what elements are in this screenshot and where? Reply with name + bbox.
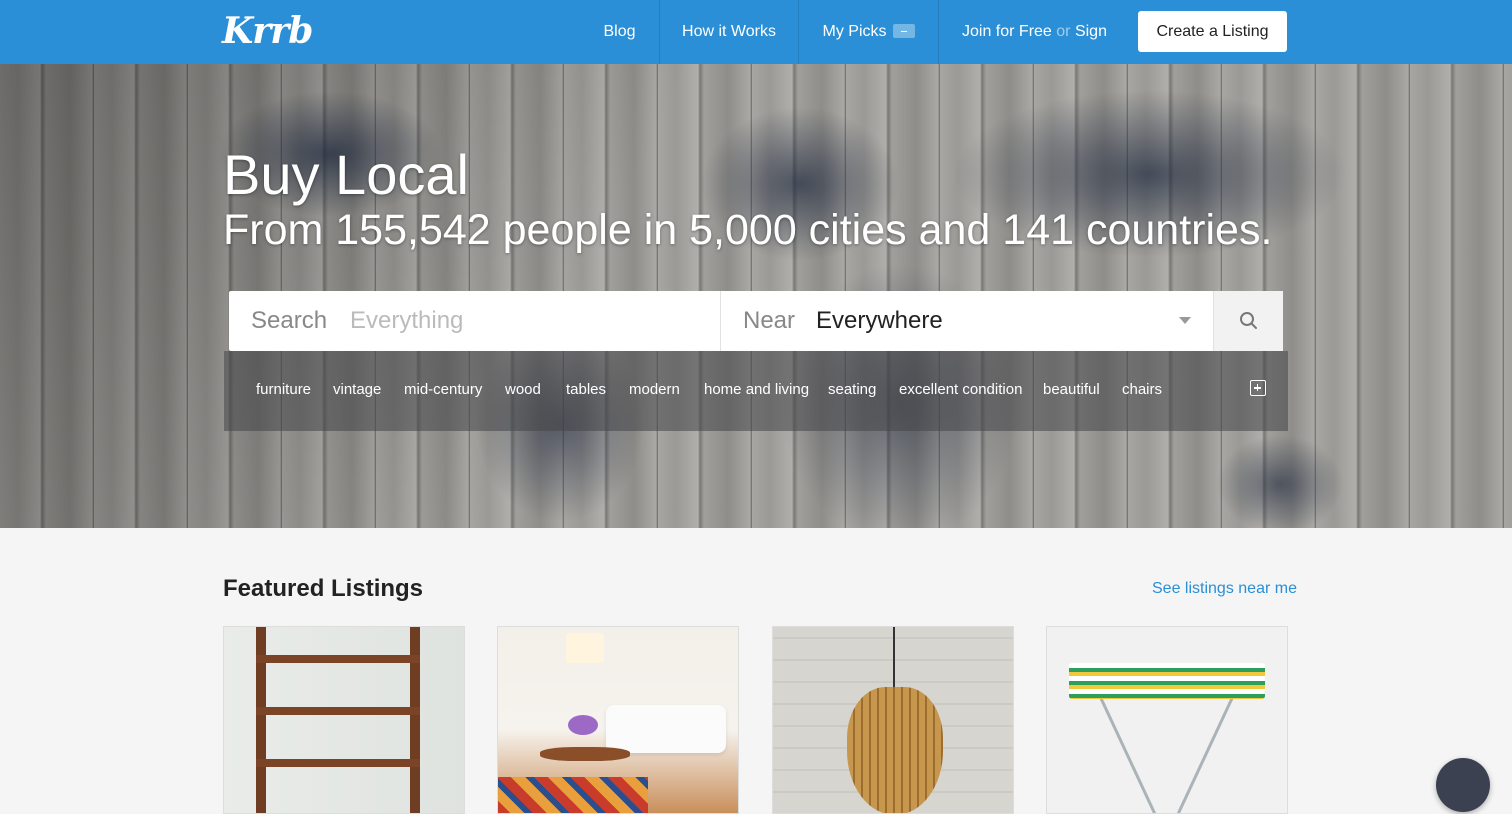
location-select[interactable]: Everywhere [816, 291, 943, 351]
tag-wood[interactable]: wood [505, 381, 541, 398]
chat-launcher-button[interactable] [1436, 758, 1490, 812]
search-button[interactable] [1213, 291, 1283, 351]
my-picks-label: My Picks [822, 23, 887, 40]
near-label: Near [743, 307, 796, 334]
picks-count-badge [892, 23, 915, 38]
sofa-image [606, 705, 726, 753]
more-tags-plus-icon[interactable] [1250, 380, 1266, 396]
hero-banner: Buy Local From 155,542 people in 5,000 c… [0, 64, 1512, 528]
see-listings-near-me-link[interactable]: See listings near me [1152, 580, 1297, 598]
tag-home-and-living[interactable]: home and living [704, 381, 809, 398]
striped-stool-seat-image [1069, 663, 1265, 699]
chevron-down-icon[interactable] [1179, 317, 1191, 324]
hero-title: Buy Local [223, 143, 469, 206]
search-bar: Search Near Everywhere [229, 291, 1283, 351]
tag-beautiful[interactable]: beautiful [1043, 381, 1100, 398]
lamp-cord [893, 627, 895, 691]
stool-leg [1097, 692, 1160, 813]
rug-image [498, 777, 648, 813]
nav-blog-link[interactable]: Blog [580, 0, 659, 64]
pendant-lamp-image [847, 687, 943, 813]
nav-how-it-works-link[interactable]: How it Works [660, 0, 798, 64]
search-divider [720, 291, 721, 351]
or-text: or [1056, 23, 1071, 40]
tag-tables[interactable]: tables [566, 381, 606, 398]
tag-seating[interactable]: seating [828, 381, 876, 398]
tag-modern[interactable]: modern [629, 381, 680, 398]
flowers-image [568, 715, 598, 735]
shelf-board [256, 707, 420, 715]
coffee-table-image [540, 747, 630, 761]
search-label: Search [251, 307, 328, 334]
search-input[interactable] [350, 301, 710, 341]
auth-links: Join for Free or Sign in [962, 0, 1122, 103]
listing-card-living-room[interactable] [497, 626, 739, 814]
nav-my-picks-link[interactable]: My Picks [799, 0, 938, 64]
join-free-link[interactable]: Join for Free [962, 23, 1052, 40]
search-icon [1240, 312, 1257, 329]
listing-card-bookshelf[interactable] [223, 626, 465, 814]
shelf-board [256, 759, 420, 767]
tag-chairs[interactable]: chairs [1122, 381, 1162, 398]
top-navbar: Krrb Blog How it Works My Picks Join for… [0, 0, 1512, 103]
shelf-board [256, 655, 420, 663]
stool-leg [1173, 692, 1236, 813]
krrb-logo[interactable]: Krrb [222, 10, 313, 52]
nav-divider [938, 0, 939, 64]
tag-mid-century[interactable]: mid-century [404, 381, 482, 398]
listing-card-pendant-lamp[interactable] [772, 626, 1014, 814]
tag-furniture[interactable]: furniture [256, 381, 311, 398]
tag-excellent-condition[interactable]: excellent condition [899, 381, 1022, 398]
featured-listings-heading: Featured Listings [223, 575, 424, 602]
create-listing-button[interactable]: Create a Listing [1138, 11, 1287, 52]
floor-lamp-image [566, 633, 604, 663]
tag-bar: furniture vintage mid-century wood table… [224, 351, 1288, 431]
hero-subtitle: From 155,542 people in 5,000 cities and … [223, 206, 1273, 254]
tag-vintage[interactable]: vintage [333, 381, 381, 398]
listing-card-folding-stool[interactable] [1046, 626, 1288, 814]
